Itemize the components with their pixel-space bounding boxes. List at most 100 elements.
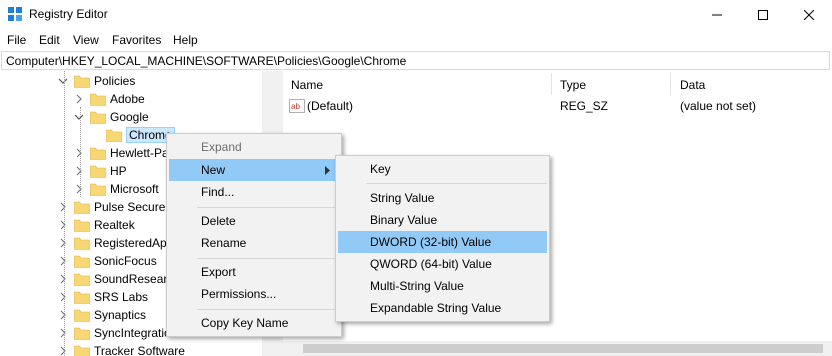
submenu-arrow-icon: [325, 166, 330, 175]
tree-item-label: Realtek: [94, 218, 135, 232]
submenu-item-binary-value[interactable]: Binary Value: [338, 209, 547, 231]
tree-item-label: Policies: [94, 74, 136, 88]
folder-icon: [90, 147, 106, 160]
value-name: (Default): [307, 99, 354, 113]
menu-item-expand[interactable]: Expand: [169, 136, 339, 158]
menu-favorites[interactable]: Favorites: [112, 33, 161, 47]
chevron-right-icon[interactable]: [74, 184, 84, 194]
close-icon: [804, 10, 814, 20]
menu-item-export[interactable]: Export: [169, 261, 339, 283]
tree-item-adobe[interactable]: Adobe: [74, 90, 145, 108]
tree-item-registeredapp[interactable]: RegisteredApp: [58, 234, 173, 252]
menu-item-permissions[interactable]: Permissions...: [169, 283, 339, 305]
tree-guide-line: [80, 107, 81, 197]
chevron-right-icon[interactable]: [58, 310, 68, 320]
close-button[interactable]: [786, 0, 832, 30]
submenu-item-expandable-string-value[interactable]: Expandable String Value: [338, 297, 547, 319]
registry-editor-icon: [8, 7, 22, 21]
chevron-right-icon[interactable]: [58, 346, 68, 356]
column-data[interactable]: Data: [680, 78, 705, 92]
menu-separator: [197, 258, 339, 259]
tree-item-sonicfocus[interactable]: SonicFocus: [58, 252, 157, 270]
column-name[interactable]: Name: [291, 78, 323, 92]
chevron-right-icon[interactable]: [58, 202, 68, 212]
context-menu: Expand New Find... Delete Rename Export …: [166, 133, 342, 337]
tree-item-tracker-software[interactable]: Tracker Software: [58, 342, 185, 356]
scrollbar-thumb[interactable]: [303, 344, 823, 353]
folder-icon: [74, 327, 90, 340]
chevron-right-icon[interactable]: [58, 328, 68, 338]
svg-text:ab: ab: [291, 102, 300, 111]
value-data: (value not set): [680, 99, 757, 113]
tree-item-hp[interactable]: HP: [74, 162, 127, 180]
tree-item-hewlett-pa[interactable]: Hewlett-Pa: [74, 144, 169, 162]
folder-icon: [106, 129, 122, 142]
menu-help[interactable]: Help: [173, 33, 198, 47]
address-path: Computer\HKEY_LOCAL_MACHINE\SOFTWARE\Pol…: [6, 54, 407, 68]
folder-icon: [74, 201, 90, 214]
menu-item-copy-key-name[interactable]: Copy Key Name: [169, 312, 339, 334]
tree-item-label: HP: [110, 164, 127, 178]
tree-item-synaptics[interactable]: Synaptics: [58, 306, 146, 324]
tree-item-soundresearc[interactable]: SoundResearc: [58, 270, 173, 288]
column-divider[interactable]: [670, 73, 671, 95]
folder-icon: [74, 291, 90, 304]
folder-icon: [74, 237, 90, 250]
tree-item-label: Microsoft: [110, 182, 159, 196]
minimize-button[interactable]: [694, 0, 740, 30]
tree-item-label: Adobe: [110, 92, 145, 106]
table-row[interactable]: ab (Default) REG_SZ (value not set): [287, 97, 827, 115]
submenu-item-string-value[interactable]: String Value: [338, 187, 547, 209]
menu-item-find[interactable]: Find...: [169, 181, 339, 203]
chevron-right-icon[interactable]: [58, 292, 68, 302]
value-type: REG_SZ: [560, 99, 609, 113]
submenu-item-multi-string-value[interactable]: Multi-String Value: [338, 275, 547, 297]
minimize-icon: [712, 14, 722, 16]
menu-item-new[interactable]: New: [169, 159, 339, 181]
chevron-down-icon[interactable]: [74, 112, 84, 122]
tree-item-chrome[interactable]: Chrome: [90, 126, 175, 144]
folder-icon: [74, 75, 90, 88]
chevron-right-icon[interactable]: [58, 238, 68, 248]
submenu-item-dword-value[interactable]: DWORD (32-bit) Value: [338, 231, 547, 253]
chevron-right-icon[interactable]: [58, 220, 68, 230]
menu-view[interactable]: View: [73, 33, 99, 47]
new-submenu: Key String Value Binary Value DWORD (32-…: [335, 155, 550, 322]
chevron-right-icon[interactable]: [74, 94, 84, 104]
menu-item-rename[interactable]: Rename: [169, 232, 339, 254]
tree-item-pulse-secure[interactable]: Pulse Secure: [58, 198, 165, 216]
submenu-item-qword-value[interactable]: QWORD (64-bit) Value: [338, 253, 547, 275]
tree-item-google[interactable]: Google: [74, 108, 149, 126]
tree-item-label: SRS Labs: [94, 290, 149, 304]
folder-icon: [74, 309, 90, 322]
chevron-right-icon[interactable]: [58, 256, 68, 266]
tree-item-realtek[interactable]: Realtek: [58, 216, 135, 234]
folder-icon: [90, 183, 106, 196]
folder-icon: [74, 255, 90, 268]
chevron-right-icon[interactable]: [74, 148, 84, 158]
menu-bar: File Edit View Favorites Help: [0, 30, 832, 50]
submenu-item-key[interactable]: Key: [338, 158, 547, 180]
menu-item-delete[interactable]: Delete: [169, 210, 339, 232]
tree-item-label: Synaptics: [94, 308, 147, 322]
chevron-down-icon[interactable]: [58, 76, 68, 86]
maximize-button[interactable]: [740, 0, 786, 30]
address-bar[interactable]: Computer\HKEY_LOCAL_MACHINE\SOFTWARE\Pol…: [1, 51, 830, 70]
menu-separator: [197, 309, 339, 310]
folder-icon: [74, 345, 90, 356]
column-type[interactable]: Type: [560, 78, 586, 92]
maximize-icon: [758, 10, 768, 20]
window-title: Registry Editor: [29, 7, 108, 21]
chevron-right-icon[interactable]: [74, 166, 84, 176]
menu-edit[interactable]: Edit: [39, 33, 60, 47]
tree-item-policies[interactable]: Policies: [58, 72, 135, 90]
chevron-right-icon[interactable]: [58, 274, 68, 284]
column-divider[interactable]: [551, 73, 552, 95]
tree-item-srs-labs[interactable]: SRS Labs: [58, 288, 148, 306]
tree-item-microsoft[interactable]: Microsoft: [74, 180, 159, 198]
tree-item-label: Tracker Software: [94, 344, 185, 356]
menu-file[interactable]: File: [7, 33, 26, 47]
folder-icon: [74, 273, 90, 286]
folder-icon: [90, 111, 106, 124]
